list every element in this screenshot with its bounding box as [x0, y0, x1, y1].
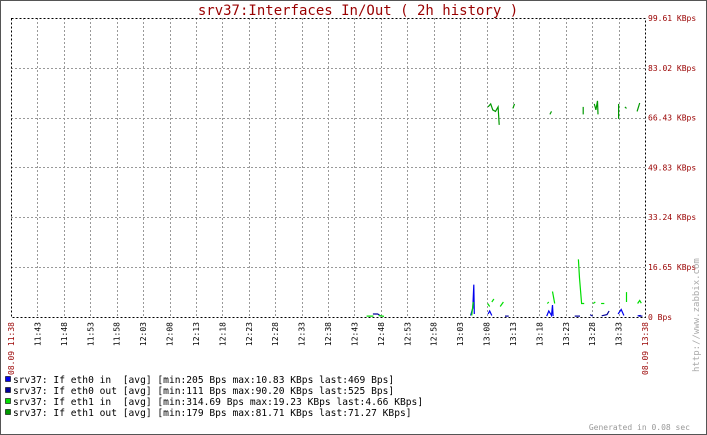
legend-swatch-eth1-in — [5, 398, 11, 404]
y-tick-label: 0 Bps — [648, 313, 672, 322]
y-tick-label: 66.43 KBps — [648, 114, 696, 123]
x-tick-label: 12:13 — [192, 322, 201, 346]
x-tick-label: 13:33 — [615, 322, 624, 346]
y-tick-label: 49.83 KBps — [648, 163, 696, 172]
x-tick-label: 11:43 — [33, 322, 42, 346]
x-tick-label: 12:43 — [350, 322, 359, 346]
y-tick-label: 16.65 KBps — [648, 263, 696, 272]
graph-image: srv37:Interfaces In/Out ( 2h history ) 0… — [0, 0, 707, 435]
y-tick-label: 33.24 KBps — [648, 213, 696, 222]
x-tick-label: 12:03 — [139, 322, 148, 346]
x-tick-label: 12:33 — [298, 322, 307, 346]
interfaces-chart: srv37:Interfaces In/Out ( 2h history ) 0… — [0, 0, 707, 435]
x-tick-label: 12:28 — [271, 322, 280, 346]
x-tick-label: 13:18 — [535, 322, 544, 346]
x-tick-label: 12:08 — [166, 322, 175, 346]
x-tick-label: 13:08 — [483, 322, 492, 346]
x-tick-label: 13:03 — [456, 322, 465, 346]
legend-item-eth1-out: srv37: If eth1 out [avg] [min:179 Bps ma… — [13, 408, 412, 419]
x-tick-label: 12:58 — [430, 322, 439, 346]
x-edge-label: 08.09 11:38 — [7, 322, 16, 375]
x-edge-label: 08.09 13:38 — [641, 322, 650, 375]
legend-swatch-eth0-out — [5, 387, 11, 393]
legend-item-eth0-out: srv37: If eth0 out [avg] [min:111 Bps ma… — [13, 386, 394, 397]
x-tick-label: 11:58 — [113, 322, 122, 346]
x-tick-label: 13:23 — [562, 322, 571, 346]
legend-item-eth0-in: srv37: If eth0 in [avg] [min:205 Bps max… — [13, 375, 394, 386]
y-tick-label: 99.61 KBps — [648, 14, 696, 23]
x-tick-label: 12:38 — [324, 322, 333, 346]
x-tick-label: 12:53 — [403, 322, 412, 346]
legend-swatch-eth0-in — [5, 376, 11, 382]
x-tick-label: 12:23 — [245, 322, 254, 346]
x-tick-label: 13:28 — [588, 322, 597, 346]
x-tick-label: 11:48 — [60, 322, 69, 346]
x-tick-label: 11:53 — [86, 322, 95, 346]
x-tick-label: 12:18 — [218, 322, 227, 346]
chart-title: srv37:Interfaces In/Out ( 2h history ) — [198, 3, 518, 19]
x-tick-label: 12:48 — [377, 322, 386, 346]
generated-time: Generated in 0.08 sec — [589, 423, 690, 432]
zabbix-watermark: http://www.zabbix.com — [692, 258, 702, 372]
legend: srv37: If eth0 in [avg] [min:205 Bps max… — [5, 375, 423, 419]
legend-swatch-eth1-out — [5, 409, 11, 415]
legend-item-eth1-in: srv37: If eth1 in [avg] [min:314.69 Bps … — [13, 397, 423, 408]
y-tick-label: 83.02 KBps — [648, 64, 696, 73]
x-tick-label: 13:13 — [509, 322, 518, 346]
